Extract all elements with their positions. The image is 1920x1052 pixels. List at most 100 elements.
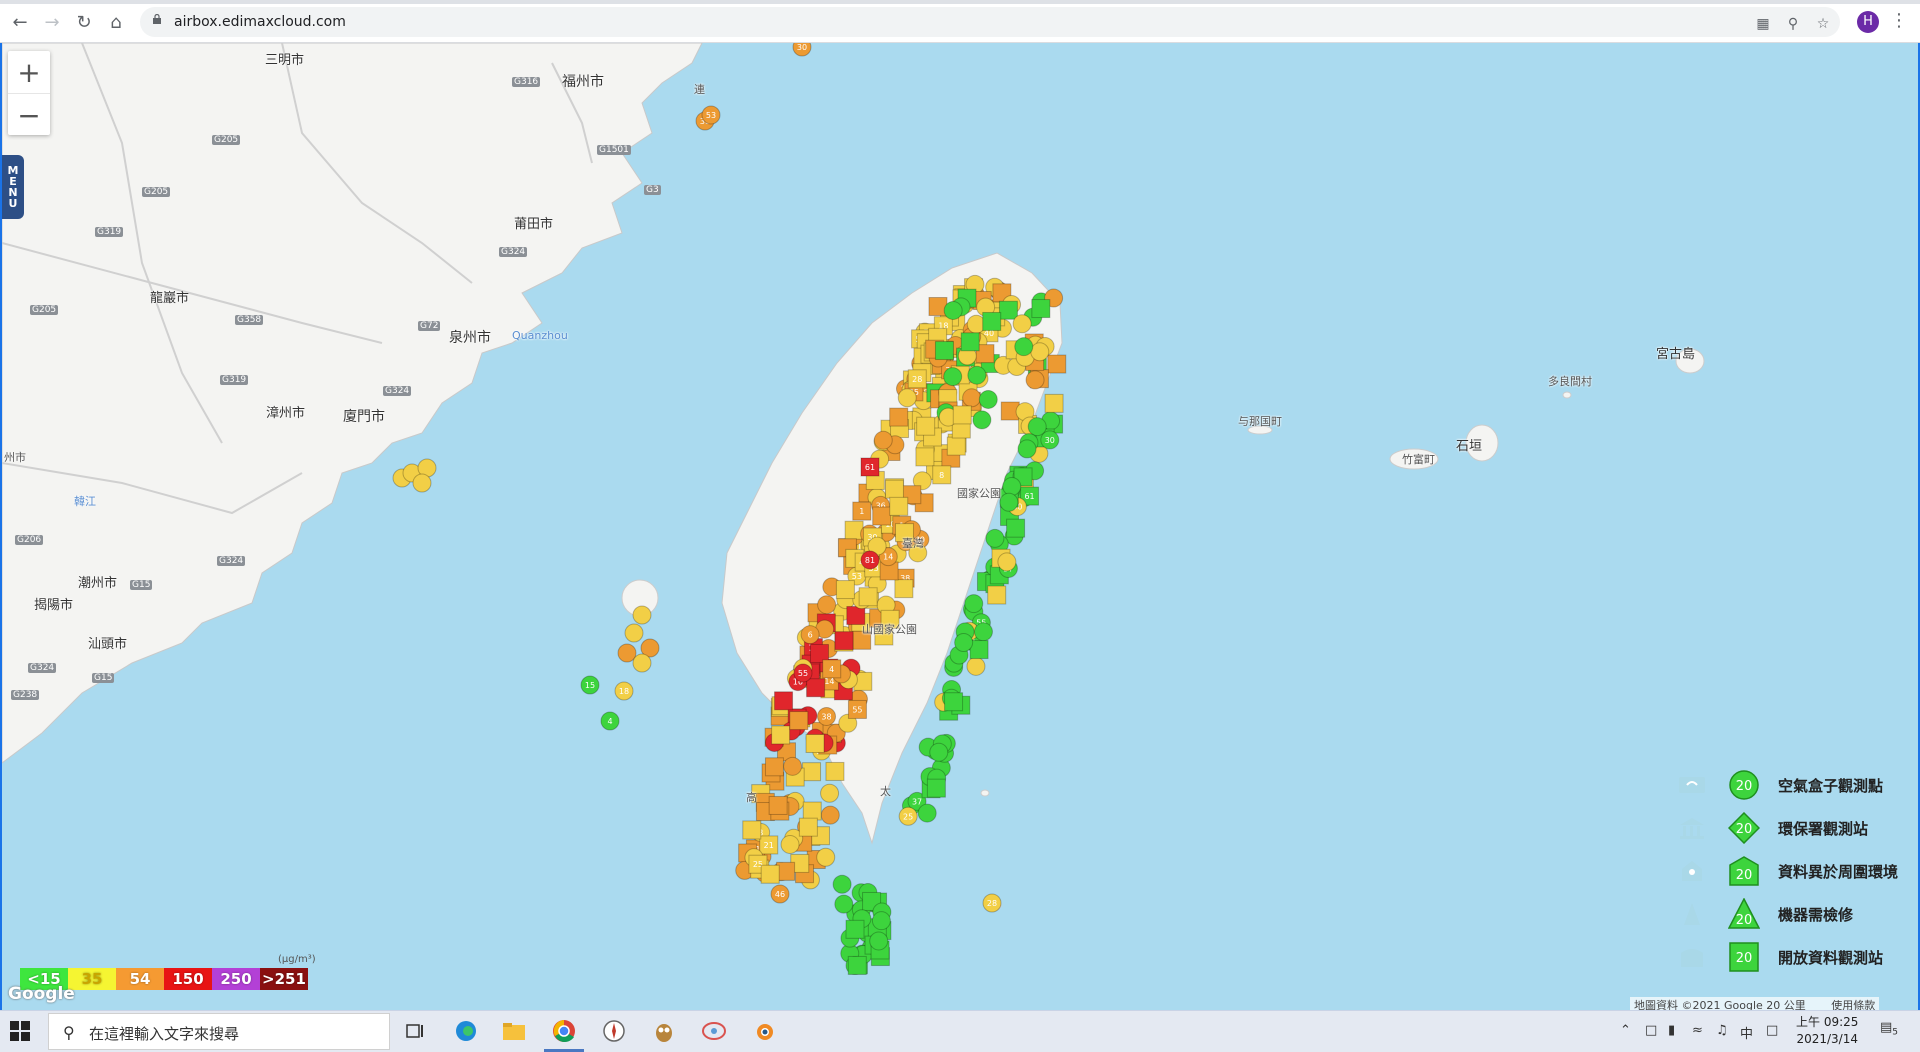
sensor-marker[interactable]: 28 xyxy=(907,369,927,389)
sensor-marker[interactable] xyxy=(1030,342,1050,362)
sensor-marker[interactable] xyxy=(873,430,893,450)
sensor-marker[interactable] xyxy=(946,436,966,456)
sensor-marker[interactable] xyxy=(967,365,987,385)
sensor-marker[interactable] xyxy=(916,416,936,436)
sensor-marker[interactable] xyxy=(978,389,998,409)
star-icon[interactable]: ☆ xyxy=(1815,16,1831,32)
map-canvas[interactable]: 3753153046551046553621373714371383025532… xyxy=(0,43,1920,1010)
sensor-marker[interactable] xyxy=(835,580,855,600)
tray-app-icon[interactable]: □ xyxy=(1645,1023,1657,1038)
sensor-marker[interactable]: 81 xyxy=(860,550,880,570)
sensor-marker[interactable] xyxy=(825,761,845,781)
sensor-marker[interactable] xyxy=(817,595,837,615)
sensor-marker[interactable] xyxy=(780,834,800,854)
sensor-marker[interactable] xyxy=(982,311,1002,331)
sensor-marker[interactable] xyxy=(1012,314,1032,334)
sensor-marker[interactable] xyxy=(847,955,867,975)
sensor-marker[interactable] xyxy=(1014,337,1034,357)
sensor-marker[interactable] xyxy=(889,496,909,516)
sensor-marker[interactable]: 8 xyxy=(932,465,952,485)
owl-app-icon[interactable] xyxy=(650,1017,678,1045)
sensor-marker[interactable] xyxy=(934,341,954,361)
wifi-icon[interactable]: ≈ xyxy=(1692,1023,1703,1038)
sensor-marker[interactable] xyxy=(816,847,836,867)
tray-chevron-icon[interactable]: ⌃ xyxy=(1620,1023,1631,1038)
sensor-marker[interactable] xyxy=(774,691,794,711)
sensor-marker[interactable]: 15 xyxy=(580,675,600,695)
sensor-marker[interactable] xyxy=(802,762,822,782)
sensor-marker[interactable] xyxy=(964,594,984,614)
menu-tab[interactable]: M E N U xyxy=(2,155,24,219)
sensor-marker[interactable] xyxy=(943,367,963,387)
sensor-marker[interactable] xyxy=(985,528,1005,548)
sensor-marker[interactable] xyxy=(1017,439,1037,459)
sensor-marker[interactable] xyxy=(845,919,865,939)
sensor-marker[interactable] xyxy=(915,447,935,467)
kebab-icon[interactable]: ⋮ xyxy=(1890,10,1908,31)
sensor-marker[interactable] xyxy=(943,300,963,320)
ime-indicator[interactable]: 中 xyxy=(1740,1023,1753,1042)
taskbar-search-input[interactable]: ⚲ 在這裡輸入文字來搜尋 xyxy=(48,1013,390,1050)
task-view-icon[interactable] xyxy=(401,1017,429,1045)
sensor-marker[interactable] xyxy=(966,656,986,676)
zoom-out-button[interactable]: − xyxy=(8,94,50,136)
sensor-marker[interactable] xyxy=(834,631,854,651)
sensor-marker[interactable] xyxy=(1025,370,1045,390)
sensor-marker[interactable] xyxy=(944,692,964,712)
sensor-marker[interactable] xyxy=(632,605,652,625)
profile-avatar[interactable]: H xyxy=(1857,11,1879,33)
sensor-marker[interactable]: 61 xyxy=(860,457,880,477)
sensor-marker[interactable]: 1 xyxy=(852,501,872,521)
sensor-marker[interactable] xyxy=(884,479,904,499)
sensor-marker[interactable] xyxy=(768,795,788,815)
sensor-marker[interactable] xyxy=(820,805,840,825)
sensor-marker[interactable] xyxy=(917,803,937,823)
sensor-marker[interactable] xyxy=(624,623,644,643)
sensor-marker[interactable]: 25 xyxy=(898,806,918,826)
sensor-marker[interactable] xyxy=(954,632,974,652)
sensor-marker[interactable]: 6 xyxy=(800,625,820,645)
sensor-marker[interactable] xyxy=(858,587,878,607)
sensor-marker[interactable] xyxy=(771,725,791,745)
sensor-marker[interactable] xyxy=(1006,518,1026,538)
sensor-marker[interactable] xyxy=(952,405,972,425)
sensor-marker[interactable] xyxy=(789,711,809,731)
shell-app-icon[interactable] xyxy=(700,1017,728,1045)
sensor-marker[interactable] xyxy=(798,817,818,837)
sensor-marker[interactable] xyxy=(997,552,1017,572)
sensor-marker[interactable] xyxy=(962,388,982,408)
sensor-marker[interactable]: 28 xyxy=(982,893,1002,913)
sensor-marker[interactable]: 53 xyxy=(701,105,721,125)
sensor-marker[interactable] xyxy=(987,585,1007,605)
chrome-icon[interactable] xyxy=(550,1017,578,1045)
sensor-marker[interactable] xyxy=(834,894,854,914)
reload-icon[interactable]: ↻ xyxy=(72,10,96,34)
sensor-marker[interactable]: 30 xyxy=(792,43,812,57)
translate-icon[interactable]: ▦ xyxy=(1755,16,1771,32)
system-clock[interactable]: 上午 09:25 2021/3/14 xyxy=(1796,1014,1858,1048)
zoom-icon[interactable]: ⚲ xyxy=(1785,16,1801,32)
file-explorer-icon[interactable] xyxy=(500,1017,528,1045)
compass-app-icon[interactable] xyxy=(600,1017,628,1045)
sensor-marker[interactable] xyxy=(871,911,891,931)
ime-mode-icon[interactable]: □ xyxy=(1766,1023,1778,1038)
sensor-marker[interactable] xyxy=(805,733,825,753)
sensor-marker[interactable]: 21 xyxy=(759,835,779,855)
sensor-marker[interactable] xyxy=(889,407,909,427)
sensor-marker[interactable] xyxy=(972,410,992,430)
sensor-marker[interactable] xyxy=(897,388,917,408)
sensor-marker[interactable] xyxy=(783,756,803,776)
sensor-marker[interactable] xyxy=(999,492,1019,512)
sensor-marker[interactable] xyxy=(1047,354,1067,374)
sensor-marker[interactable] xyxy=(1044,393,1064,413)
sensor-marker[interactable] xyxy=(998,300,1018,320)
sensor-marker[interactable] xyxy=(632,653,652,673)
sensor-marker[interactable]: 18 xyxy=(614,681,634,701)
sensor-marker[interactable] xyxy=(820,783,840,803)
zoom-in-button[interactable]: + xyxy=(8,51,50,94)
sensor-marker[interactable]: 30 xyxy=(1040,430,1060,450)
sensor-marker[interactable]: 46 xyxy=(770,884,790,904)
sensor-marker[interactable] xyxy=(1031,299,1051,319)
back-icon[interactable]: ← xyxy=(8,10,32,34)
sensor-marker[interactable]: 4 xyxy=(600,711,620,731)
